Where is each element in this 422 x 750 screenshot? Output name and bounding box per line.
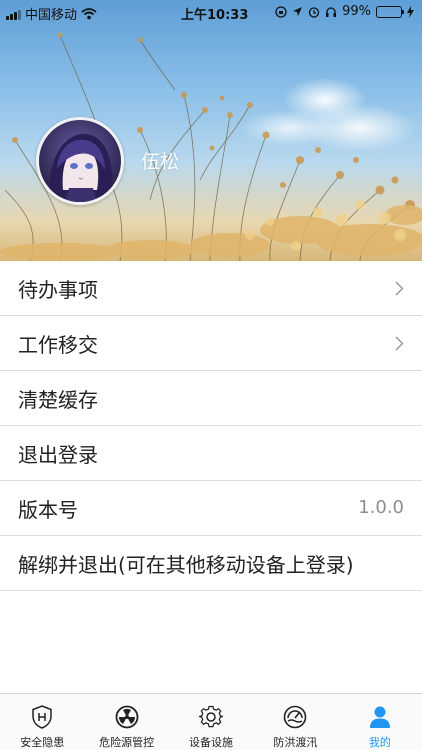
profile-screen: 中国移动 上午10:33 99% 伍松 待办事项 工作移交 清楚缓存 退出登录 …: [0, 0, 422, 750]
menu-item-logout[interactable]: 退出登录: [0, 426, 422, 481]
menu-item-clear-cache[interactable]: 清楚缓存: [0, 371, 422, 426]
avatar-image: [39, 120, 121, 202]
alarm-icon: [308, 6, 320, 18]
tab-flood-control[interactable]: 防洪渡汛: [253, 694, 337, 750]
carrier-name: 中国移动: [25, 8, 78, 23]
tab-label: 设备设施: [189, 736, 234, 749]
profile-banner: 中国移动 上午10:33 99% 伍松: [0, 0, 422, 261]
chevron-right-icon: [395, 336, 404, 351]
gauge-icon: [282, 704, 308, 730]
menu-item-unbind-exit[interactable]: 解绑并退出(可在其他移动设备上登录): [0, 536, 422, 591]
status-bar: 中国移动 上午10:33 99%: [0, 0, 422, 24]
menu-item-label: 解绑并退出(可在其他移动设备上登录): [18, 552, 354, 577]
menu-item-label: 工作移交: [18, 332, 98, 357]
tab-label: 防洪渡汛: [273, 736, 318, 749]
tab-label: 危险源管控: [99, 736, 155, 749]
tab-equipment[interactable]: 设备设施: [169, 694, 253, 750]
tab-hazard-control[interactable]: 危险源管控: [84, 694, 168, 750]
status-time: 上午10:33: [181, 8, 249, 23]
tab-safety-hazards[interactable]: 安全隐患: [0, 694, 84, 750]
battery-percent: 99%: [342, 4, 371, 19]
rotation-lock-icon: [275, 5, 287, 18]
menu-item-label: 退出登录: [18, 442, 98, 467]
wifi-icon: [81, 7, 97, 19]
gear-icon: [198, 704, 224, 730]
avatar[interactable]: [36, 117, 124, 205]
menu-item-work-handover[interactable]: 工作移交: [0, 316, 422, 371]
charging-bolt-icon: [407, 5, 414, 18]
tab-mine[interactable]: 我的: [338, 694, 422, 750]
menu-item-label: 版本号: [18, 497, 78, 522]
status-left: 中国移动: [6, 4, 97, 23]
version-value: 1.0.0: [358, 497, 404, 518]
menu-item-label: 待办事项: [18, 277, 98, 302]
tab-label: 安全隐患: [20, 736, 65, 749]
signal-strength-icon: [6, 8, 21, 20]
tab-label: 我的: [368, 736, 391, 749]
battery-icon: [376, 5, 404, 18]
menu-item-todo[interactable]: 待办事项: [0, 261, 422, 316]
shield-h-icon: [29, 704, 55, 730]
bottom-tab-bar: 安全隐患 危险源管控 设备设施 防洪渡汛 我的: [0, 693, 422, 750]
person-icon: [367, 704, 393, 730]
status-right: 99%: [275, 4, 414, 19]
chevron-right-icon: [395, 281, 404, 296]
menu-item-label: 清楚缓存: [18, 387, 98, 412]
radiation-icon: [114, 704, 140, 730]
headphones-icon: [326, 6, 337, 17]
menu-item-version: 版本号 1.0.0: [0, 481, 422, 536]
username: 伍松: [141, 151, 180, 173]
settings-menu: 待办事项 工作移交 清楚缓存 退出登录 版本号 1.0.0 解绑并退出(可在其他…: [0, 261, 422, 591]
location-arrow-icon: [293, 7, 303, 16]
